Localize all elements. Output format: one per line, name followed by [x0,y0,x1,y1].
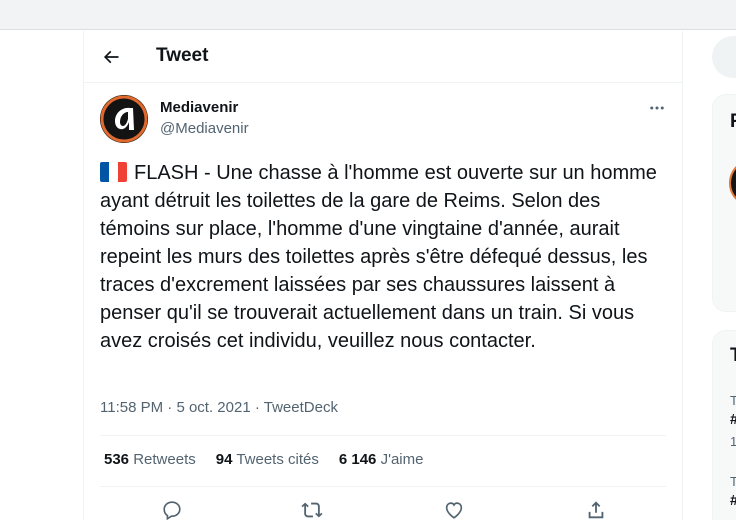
reply-button[interactable] [160,498,184,520]
author-display-name[interactable]: Mediavenir [160,99,238,116]
card-title: T [730,345,736,367]
like-icon [445,502,463,519]
more-dots-icon [650,106,664,110]
page-title: Tweet [156,45,209,66]
sidebar-card-related: F [712,94,736,312]
like-button[interactable] [442,498,466,520]
back-button[interactable] [97,43,125,71]
divider [100,486,666,487]
meta-separator: · [254,399,260,416]
retweet-icon [301,502,323,518]
mediavenir-logo-icon [100,95,148,143]
stat-label: J'aime [380,451,424,468]
tweet-source[interactable]: TweetDeck [264,399,338,416]
browser-top-bar [0,0,736,30]
meta-separator: · [167,399,173,416]
stat-label: Tweets cités [236,451,319,468]
page-header: Tweet [84,31,682,83]
tweet-body: FLASH - Une chasse à l'homme est ouverte… [100,159,672,355]
engagement-stats: 536 Retweets 94 Tweets cités 6 146 J'aim… [104,451,423,468]
author-handle[interactable]: @Mediavenir [160,120,249,137]
card-title: F [730,111,736,133]
more-options-button[interactable] [644,95,670,121]
author-avatar[interactable] [100,95,148,143]
search-input[interactable] [712,36,736,78]
trend-context: T [730,474,736,489]
trend-context: T [730,393,736,408]
likes-stat[interactable]: 6 146 J'aime [339,451,424,468]
tweet-text: FLASH - Une chasse à l'homme est ouverte… [100,162,657,352]
trend-name[interactable]: # [730,411,736,428]
back-arrow-icon [103,50,119,64]
sidebar-card-trends: T T # 1 T # [712,330,736,520]
quote-tweets-stat[interactable]: 94 Tweets cités [216,451,319,468]
tweet-time[interactable]: 11:58 PM [100,399,163,416]
stat-count: 94 [215,451,233,468]
tweet-date[interactable]: 5 oct. 2021 [176,399,250,416]
retweets-stat[interactable]: 536 Retweets [104,451,196,468]
trend-count: 1 [730,434,736,449]
tweet-detail-column: Tweet Mediavenir @Mediavenir FLASH - Une… [83,31,683,520]
share-button[interactable] [584,498,608,520]
related-account-avatar[interactable] [729,159,736,207]
trend-name[interactable]: # [730,492,736,509]
stat-count: 536 [104,451,130,468]
france-flag-icon [100,162,127,182]
retweet-button[interactable] [300,498,324,520]
divider [100,435,666,436]
share-icon [588,501,604,519]
stat-count: 6 146 [338,451,377,468]
stat-label: Retweets [133,451,196,468]
tweet-metadata: 11:58 PM · 5 oct. 2021 · TweetDeck [100,399,338,416]
reply-icon [163,501,181,520]
